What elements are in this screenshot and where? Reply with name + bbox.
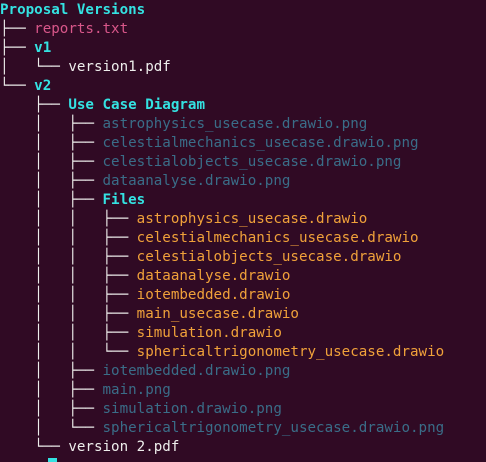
directory-name: v1 bbox=[34, 40, 52, 56]
tree-branch-prefix: ├── bbox=[0, 97, 69, 113]
tree-row: │ │ ├── astrophysics_usecase.drawio bbox=[0, 210, 367, 229]
tree-branch-prefix: └── bbox=[0, 78, 35, 94]
tree-branch-prefix: │ ├── bbox=[0, 135, 103, 151]
file-name: iotembedded.drawio bbox=[136, 287, 291, 303]
tree-row: │ ├── celestialmechanics_usecase.drawio.… bbox=[0, 134, 419, 153]
tree-branch-prefix: │ │ ├── bbox=[0, 211, 137, 227]
tree-row: │ ├── Files bbox=[0, 191, 145, 210]
tree-branch-prefix: │ ├── bbox=[0, 116, 103, 132]
tree-row: │ ├── main.png bbox=[0, 381, 171, 400]
tree-branch-prefix: │ ├── bbox=[0, 173, 103, 189]
tree-row: │ └── version1.pdf bbox=[0, 58, 171, 77]
tree-branch-prefix: │ ├── bbox=[0, 363, 103, 379]
tree-row: ├── v1 bbox=[0, 39, 51, 58]
tree-row: │ ├── simulation.drawio.png bbox=[0, 400, 282, 419]
tree-branch-prefix: │ │ └── bbox=[0, 344, 137, 360]
file-name: main.png bbox=[102, 382, 171, 398]
file-name: main_usecase.drawio bbox=[136, 306, 299, 322]
file-name: celestialmechanics_usecase.drawio.png bbox=[102, 135, 419, 151]
tree-branch-prefix: │ │ ├── bbox=[0, 249, 137, 265]
file-name: version 2.pdf bbox=[68, 439, 180, 455]
tree-row: │ │ ├── dataanalyse.drawio bbox=[0, 267, 290, 286]
tree-row: └── v2 bbox=[0, 77, 51, 96]
tree-row: ├── reports.txt bbox=[0, 20, 128, 39]
tree-branch-prefix: │ │ ├── bbox=[0, 268, 137, 284]
tree-row: │ │ └── sphericaltrigonometry_usecase.dr… bbox=[0, 343, 444, 362]
tree-branch-prefix: │ └── bbox=[0, 59, 69, 75]
file-name: simulation.drawio bbox=[136, 325, 282, 341]
tree-branch-prefix: │ │ ├── bbox=[0, 230, 137, 246]
directory-name: Files bbox=[102, 192, 146, 208]
tree-branch-prefix: │ ├── bbox=[0, 192, 103, 208]
tree-row: │ │ ├── iotembedded.drawio bbox=[0, 286, 290, 305]
file-name: sphericaltrigonometry_usecase.drawio.png bbox=[102, 420, 445, 436]
tree-row: │ ├── celestialobjects_usecase.drawio.pn… bbox=[0, 153, 401, 172]
tree-branch-prefix: │ ├── bbox=[0, 154, 103, 170]
tree-row: │ │ ├── celestialmechanics_usecase.drawi… bbox=[0, 229, 419, 248]
directory-name: Proposal Versions bbox=[0, 2, 146, 18]
file-name: reports.txt bbox=[34, 21, 129, 37]
file-name: iotembedded.drawio.png bbox=[102, 363, 291, 379]
tree-row: Proposal Versions bbox=[0, 1, 145, 20]
file-name: astrophysics_usecase.drawio bbox=[136, 211, 368, 227]
file-name: dataanalyse.drawio bbox=[136, 268, 291, 284]
terminal-window[interactable]: Proposal Versions ├── reports.txt ├── v1 │ … bbox=[0, 0, 486, 462]
file-name: celestialmechanics_usecase.drawio bbox=[136, 230, 419, 246]
tree-row: └── version 2.pdf bbox=[0, 438, 179, 457]
terminal-cursor bbox=[48, 458, 57, 462]
tree-branch-prefix: │ └── bbox=[0, 420, 103, 436]
tree-row: │ │ ├── main_usecase.drawio bbox=[0, 305, 299, 324]
tree-row: │ ├── iotembedded.drawio.png bbox=[0, 362, 290, 381]
tree-branch-prefix: ├── bbox=[0, 21, 35, 37]
directory-name: v2 bbox=[34, 78, 52, 94]
file-name: celestialobjects_usecase.drawio bbox=[136, 249, 402, 265]
tree-branch-prefix: └── bbox=[0, 439, 69, 455]
file-name: sphericaltrigonometry_usecase.drawio bbox=[136, 344, 445, 360]
tree-branch-prefix: │ │ ├── bbox=[0, 287, 137, 303]
tree-branch-prefix: │ ├── bbox=[0, 382, 103, 398]
file-name: dataanalyse.drawio.png bbox=[102, 173, 291, 189]
directory-name: Use Case Diagram bbox=[68, 97, 206, 113]
tree-branch-prefix: │ │ ├── bbox=[0, 325, 137, 341]
tree-branch-prefix: │ ├── bbox=[0, 401, 103, 417]
tree-row: │ ├── dataanalyse.drawio.png bbox=[0, 172, 290, 191]
tree-row: ├── Use Case Diagram bbox=[0, 96, 205, 115]
file-name: celestialobjects_usecase.drawio.png bbox=[102, 154, 402, 170]
file-name: simulation.drawio.png bbox=[102, 401, 282, 417]
tree-branch-prefix: ├── bbox=[0, 40, 35, 56]
file-name: version1.pdf bbox=[68, 59, 171, 75]
tree-row: │ └── sphericaltrigonometry_usecase.draw… bbox=[0, 419, 444, 438]
tree-branch-prefix: │ │ ├── bbox=[0, 306, 137, 322]
tree-row: │ │ ├── simulation.drawio bbox=[0, 324, 282, 343]
tree-row: │ │ ├── celestialobjects_usecase.drawio bbox=[0, 248, 401, 267]
tree-row: │ ├── astrophysics_usecase.drawio.png bbox=[0, 115, 367, 134]
file-name: astrophysics_usecase.drawio.png bbox=[102, 116, 368, 132]
